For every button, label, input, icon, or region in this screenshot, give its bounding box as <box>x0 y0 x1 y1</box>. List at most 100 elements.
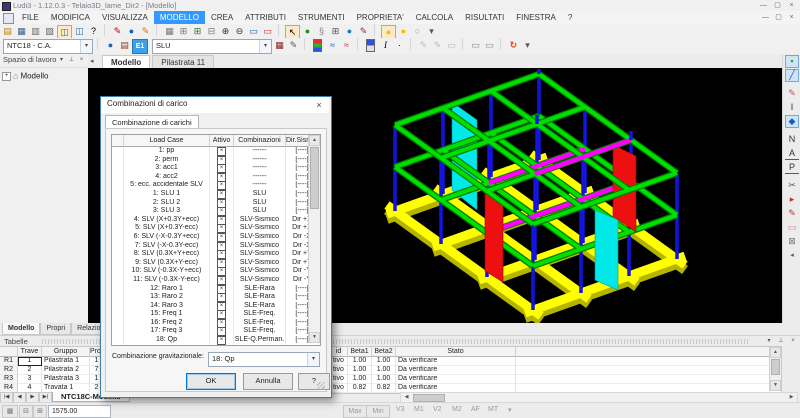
combination-type[interactable]: SLV-Sismico <box>234 250 286 259</box>
combination-type[interactable]: SLE-Freq. <box>234 310 286 319</box>
cell-prop[interactable]: 7 <box>90 366 100 375</box>
dialog-tab-combinazione[interactable]: Combinazione di carichi <box>105 115 199 129</box>
restore-icon[interactable]: ▢ <box>771 1 784 10</box>
load-case-name[interactable]: 16: Freq 2 <box>124 319 210 328</box>
load-n-icon[interactable]: N <box>785 133 799 146</box>
combination-type[interactable]: ------ <box>234 147 286 156</box>
hscroll-thumb[interactable] <box>413 394 445 402</box>
header-load-case[interactable]: Load Case <box>124 135 210 147</box>
pencil-icon[interactable]: ✎ <box>139 25 152 37</box>
active-checkbox[interactable]: × <box>210 173 234 182</box>
grid-select-icon[interactable]: ▦ <box>163 25 176 37</box>
globe-tool-icon[interactable]: ● <box>104 39 117 51</box>
edit-element-icon[interactable]: ✎ <box>785 207 799 220</box>
refresh-icon[interactable]: ↻ <box>507 39 520 51</box>
menu-proprieta[interactable]: PROPRIETA' <box>351 11 410 24</box>
combination-type[interactable]: SLE-Rara <box>234 285 286 294</box>
workspace-dropdown-icon[interactable]: ▾ <box>57 56 66 65</box>
open-icon[interactable]: ▤ <box>1 25 14 37</box>
cell-prop[interactable]: 1 <box>90 375 100 384</box>
draw-beam-icon[interactable]: ╱ <box>785 69 799 82</box>
load-case-name[interactable]: 3: SLU 3 <box>124 207 210 216</box>
combination-type[interactable]: SLV-Sismico <box>234 267 286 276</box>
active-checkbox[interactable]: × <box>210 293 234 302</box>
notebook-icon[interactable]: ▤ <box>118 39 131 51</box>
load-case-name[interactable]: 4: acc2 <box>124 173 210 182</box>
screen1-icon[interactable]: ▭ <box>247 25 260 37</box>
copy-icon[interactable]: ▥ <box>29 25 42 37</box>
screen2-icon[interactable]: ▭ <box>261 25 274 37</box>
cancel-button[interactable]: Annulla <box>243 373 293 390</box>
active-checkbox[interactable]: × <box>210 285 234 294</box>
menu-modello[interactable]: MODELLO <box>154 11 205 24</box>
combination-type[interactable]: SLV-Sismico <box>234 216 286 225</box>
combination-type[interactable]: SLU <box>234 207 286 216</box>
wave-red-icon[interactable]: ≈ <box>340 39 353 51</box>
eraser-tool-icon[interactable]: ◆ <box>785 115 799 128</box>
toolbar2-more-icon[interactable]: ▾ <box>521 39 534 51</box>
active-checkbox[interactable]: × <box>210 181 234 190</box>
combination-type[interactable]: SLU <box>234 190 286 199</box>
cell-beta1[interactable]: 1.00 <box>348 366 372 375</box>
combination-type[interactable]: SLV-Sismico <box>234 242 286 251</box>
dialog-titlebar[interactable]: Combinazioni di carico × <box>101 97 329 113</box>
active-checkbox[interactable]: × <box>210 224 234 233</box>
gravitational-combo-arrow-icon[interactable]: ▾ <box>307 353 319 366</box>
cell-stato[interactable]: Da verificare <box>396 375 516 384</box>
help-button[interactable]: ? <box>298 373 330 390</box>
min-toggle[interactable]: Min <box>366 405 390 418</box>
col-trave[interactable]: Trave <box>18 347 42 357</box>
max-toggle[interactable]: Max <box>343 405 367 418</box>
gravitational-combo[interactable]: 18: Qp▾ <box>208 352 320 367</box>
grid-move-icon[interactable]: ⊞ <box>177 25 190 37</box>
ok-button[interactable]: OK <box>186 373 236 390</box>
bottom-tab-modello[interactable]: Modello <box>2 323 40 335</box>
menu-help[interactable]: ? <box>562 11 578 24</box>
move-element-icon[interactable]: ▸ <box>785 193 799 206</box>
dialog-scroll-up-icon[interactable]: ▲ <box>309 135 320 146</box>
row-header[interactable]: R3 <box>0 375 18 384</box>
menu-visualizza[interactable]: VISUALIZZA <box>96 11 154 24</box>
edit-red-icon[interactable]: ✎ <box>111 25 124 37</box>
red-grid-icon[interactable]: ▦ <box>273 39 286 51</box>
menu-crea[interactable]: CREA <box>205 11 239 24</box>
active-checkbox[interactable]: × <box>210 147 234 156</box>
row-header[interactable]: R1 <box>0 357 18 366</box>
zoom-out-icon[interactable]: ⊖ <box>233 25 246 37</box>
load-case-name[interactable]: 5: ecc. accidentale SLV <box>124 181 210 190</box>
cell-beta1[interactable]: 1.00 <box>348 357 372 366</box>
active-checkbox[interactable]: × <box>210 207 234 216</box>
window-layout-icon[interactable]: ◫ <box>57 25 72 39</box>
dot-tool-icon[interactable]: · <box>393 39 406 51</box>
cell-beta1[interactable]: 1.00 <box>348 375 372 384</box>
active-checkbox[interactable]: × <box>210 164 234 173</box>
bottom-tab-proprieta[interactable]: Propri <box>40 323 71 335</box>
active-checkbox[interactable]: × <box>210 259 234 268</box>
wave-blue-icon[interactable]: ≈ <box>326 39 339 51</box>
combination-type[interactable]: SLV-Sismico <box>234 259 286 268</box>
combination-type[interactable]: SLE-Rara <box>234 302 286 311</box>
context-help-icon[interactable]: ? <box>87 25 100 37</box>
col-prop[interactable]: Prop <box>90 347 100 357</box>
node-tool-icon[interactable]: ▪ <box>785 55 799 68</box>
layout1-icon[interactable]: ▭ <box>469 39 482 51</box>
combination-type[interactable]: SLE-Freq. <box>234 319 286 328</box>
hscroll-left-icon[interactable]: ◀ <box>402 393 411 401</box>
header-attivo[interactable]: Attivo <box>210 135 234 147</box>
menu-risultati[interactable]: RISULTATI <box>459 11 510 24</box>
combination-combo-arrow-icon[interactable]: ▾ <box>259 40 271 53</box>
ibeam-text-icon[interactable]: I <box>379 39 392 51</box>
active-checkbox[interactable]: × <box>210 216 234 225</box>
tree-root-label[interactable]: Modello <box>20 72 48 81</box>
menu-modifica[interactable]: MODIFICA <box>45 11 96 24</box>
panel-dropdown-icon[interactable]: ▾ <box>764 337 774 346</box>
bulb-on-icon[interactable]: ● <box>381 25 396 39</box>
erase-element-icon[interactable]: ▭ <box>785 221 799 234</box>
edit-sheet-icon[interactable]: ✎ <box>287 39 300 51</box>
brush-icon[interactable]: ✎ <box>357 25 370 37</box>
dialog-close-icon[interactable]: × <box>312 99 326 111</box>
load-case-name[interactable]: 7: SLV (-X-0.3Y-ecc) <box>124 242 210 251</box>
load-case-name[interactable]: 17: Freq 3 <box>124 327 210 336</box>
toolbar-more-icon[interactable]: ▾ <box>425 25 438 37</box>
load-case-name[interactable]: 2: perm <box>124 156 210 165</box>
